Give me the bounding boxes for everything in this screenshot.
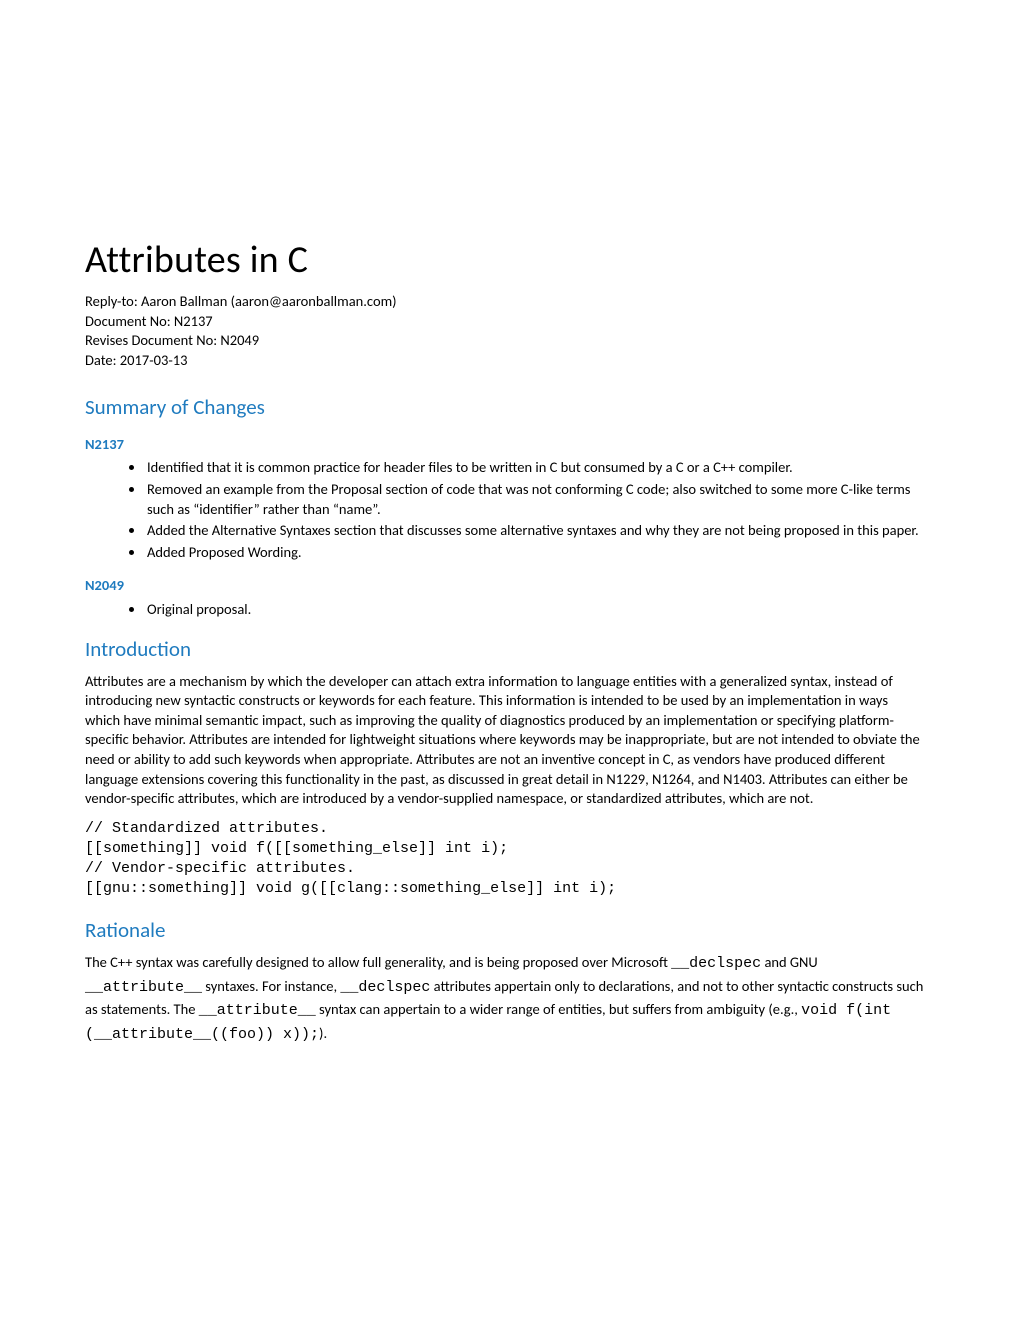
document-page: Attributes in C Reply-to: Aaron Ballman … bbox=[0, 0, 1020, 1320]
text-run: syntaxes. For instance, bbox=[202, 977, 340, 995]
list-item: Removed an example from the Proposal sec… bbox=[145, 480, 925, 519]
code-example: // Standardized attributes. [[something]… bbox=[85, 819, 925, 900]
text-run: The C++ syntax was carefully designed to… bbox=[85, 953, 671, 971]
reply-to: Reply-to: Aaron Ballman (aaron@aaronball… bbox=[85, 292, 925, 312]
n2137-subhead: N2137 bbox=[85, 435, 925, 455]
code-span: __declspec bbox=[671, 955, 761, 972]
text-run: ). bbox=[319, 1024, 327, 1042]
list-item: Added Proposed Wording. bbox=[145, 543, 925, 563]
page-title: Attributes in C bbox=[85, 235, 925, 286]
list-item: Original proposal. bbox=[145, 600, 925, 620]
document-number: Document No: N2137 bbox=[85, 312, 925, 332]
code-span: __attribute__ bbox=[199, 1002, 316, 1019]
n2049-subhead: N2049 bbox=[85, 576, 925, 596]
list-item: Added the Alternative Syntaxes section t… bbox=[145, 521, 925, 541]
introduction-heading: Introduction bbox=[85, 635, 925, 663]
summary-heading: Summary of Changes bbox=[85, 393, 925, 421]
revises-number: Revises Document No: N2049 bbox=[85, 331, 925, 351]
code-span: __attribute__ bbox=[85, 979, 202, 996]
rationale-paragraph: The C++ syntax was carefully designed to… bbox=[85, 952, 925, 1046]
n2049-list: Original proposal. bbox=[85, 600, 925, 620]
document-date: Date: 2017-03-13 bbox=[85, 351, 925, 371]
document-meta: Reply-to: Aaron Ballman (aaron@aaronball… bbox=[85, 292, 925, 370]
list-item: Identified that it is common practice fo… bbox=[145, 458, 925, 478]
code-span: __declspec bbox=[340, 979, 430, 996]
text-run: and GNU bbox=[761, 953, 818, 971]
n2137-list: Identified that it is common practice fo… bbox=[85, 458, 925, 562]
rationale-heading: Rationale bbox=[85, 916, 925, 944]
text-run: syntax can appertain to a wider range of… bbox=[316, 1000, 801, 1018]
introduction-paragraph: Attributes are a mechanism by which the … bbox=[85, 672, 925, 809]
